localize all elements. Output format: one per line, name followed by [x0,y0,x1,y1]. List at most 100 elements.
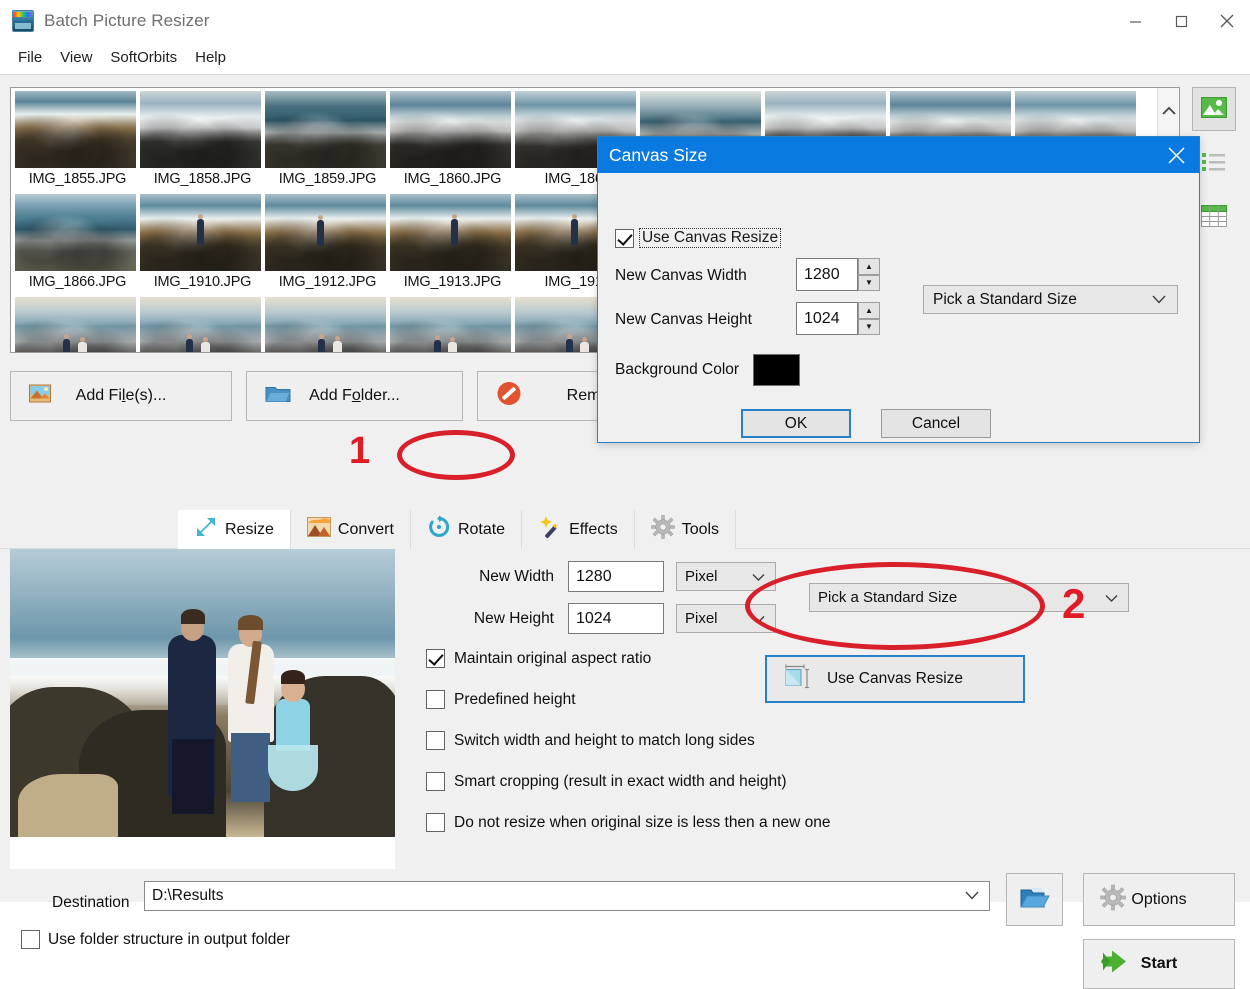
thumbnail-item[interactable]: IMG_1866.JPG [15,191,140,294]
dialog-standard-size-value: Pick a Standard Size [933,290,1077,308]
checkbox-predefined-height[interactable]: Predefined height [426,690,576,709]
spin-down-button[interactable]: ▼ [858,318,880,335]
menu-item-help[interactable]: Help [186,46,235,69]
background-color-label: Background Color [615,361,740,378]
menu-item-view[interactable]: View [51,46,101,69]
checkbox-label: Use Canvas Resize [639,228,782,248]
destination-value: D:\Results [152,887,224,904]
thumbnail-image [390,297,511,352]
menu-bar: File View SoftOrbits Help [0,42,1250,72]
new-height-row: New Height 1024 Pixel [444,603,776,634]
thumbnail-filename: IMG_1912.JPG [278,274,377,290]
thumbnail-item[interactable] [390,294,515,352]
spin-up-button[interactable]: ▲ [858,302,880,319]
chevron-down-icon [1105,589,1118,606]
options-button[interactable]: Options [1083,873,1235,926]
dialog-standard-size-select[interactable]: Pick a Standard Size [923,285,1178,314]
preview-image [10,549,395,837]
maximize-button[interactable] [1158,0,1204,42]
play-arrow-icon [1100,949,1130,980]
thumbnail-filename: IMG_1866.JPG [28,274,127,290]
thumbnail-item[interactable] [265,294,390,352]
destination-input[interactable]: D:\Results [144,881,990,911]
checkbox-do-not-resize[interactable]: Do not resize when original size is less… [426,813,831,832]
thumbnail-item[interactable] [15,294,140,352]
start-label: Start [1140,955,1178,972]
tab-rotate-label: Rotate [457,520,506,538]
checkbox-switch-width-height[interactable]: Switch width and height to match long si… [426,731,755,750]
use-canvas-resize-label: Use Canvas Resize [826,670,964,687]
tab-resize[interactable]: Resize [178,510,291,549]
thumbnail-item[interactable]: IMG_1859.JPG [265,88,390,191]
checkbox-box[interactable] [21,930,40,949]
thumbnail-image [15,297,136,352]
new-width-unit-value: Pixel [685,568,718,585]
preview-panel [10,549,395,869]
checkbox-box[interactable] [615,228,634,248]
new-height-input[interactable]: 1024 [568,603,664,634]
checkbox-box[interactable] [426,731,445,750]
new-canvas-height-spinner[interactable]: 1024 ▲ ▼ [796,302,880,335]
tab-tools[interactable]: Tools [634,510,737,549]
new-canvas-height-input[interactable]: 1024 [796,302,858,335]
thumbnail-filename: IMG_1913.JPG [403,274,502,290]
new-width-input[interactable]: 1280 [568,561,664,592]
thumbnail-filename: IMG_1858.JPG [153,171,252,187]
checkbox-smart-cropping[interactable]: Smart cropping (result in exact width an… [426,772,787,791]
remove-icon [496,381,522,412]
options-label: Options [1131,890,1187,908]
use-canvas-resize-button[interactable]: Use Canvas Resize [765,655,1025,703]
add-files-button[interactable]: Add File(s)... [10,371,232,421]
thumbnail-item[interactable]: IMG_1858.JPG [140,88,265,191]
spin-down-button[interactable]: ▼ [858,274,880,291]
thumbnail-image [140,297,261,352]
start-button[interactable]: Start [1083,939,1235,989]
standard-size-select[interactable]: Pick a Standard Size [809,583,1129,612]
minimize-button[interactable] [1112,0,1158,42]
dialog-close-button[interactable] [1153,137,1199,173]
add-folder-button[interactable]: Add Folder... [246,371,463,421]
thumbnail-view-icon [1201,97,1227,121]
browse-folder-button[interactable] [1006,873,1063,926]
thumbnail-item[interactable] [140,294,265,352]
canvas-resize-icon [785,664,813,695]
thumbnail-item[interactable]: IMG_1910.JPG [140,191,265,294]
tab-strip: Resize Convert Rotate Effects Tools [178,510,1073,549]
new-canvas-width-spinner[interactable]: 1280 ▲ ▼ [796,258,880,291]
new-height-label: New Height [473,609,554,627]
thumbnail-image [15,91,136,168]
tab-effects[interactable]: Effects [522,510,635,549]
dialog-ok-button[interactable]: OK [741,409,851,438]
thumbnail-item[interactable]: IMG_1855.JPG [15,88,140,191]
new-width-row: New Width 1280 Pixel [444,561,776,592]
background-color-swatch[interactable] [753,354,800,386]
scroll-up-icon[interactable] [1161,104,1177,120]
new-height-unit-select[interactable]: Pixel [676,604,776,633]
thumbnail-item[interactable]: IMG_1912.JPG [265,191,390,294]
menu-item-file[interactable]: File [9,46,51,69]
thumbnail-view-button[interactable] [1192,87,1236,131]
spin-up-button[interactable]: ▲ [858,258,880,275]
dialog-title-bar: Canvas Size [598,137,1199,173]
tab-rotate[interactable]: Rotate [410,510,523,549]
list-view-icon [1201,151,1227,175]
tab-convert[interactable]: Convert [290,510,411,549]
new-width-unit-select[interactable]: Pixel [676,562,776,591]
new-canvas-width-input[interactable]: 1280 [796,258,858,291]
close-button[interactable] [1204,0,1250,42]
menu-item-softorbits[interactable]: SoftOrbits [101,46,186,69]
checkbox-box[interactable] [426,690,445,709]
thumbnail-item[interactable]: IMG_1913.JPG [390,191,515,294]
checkbox-box[interactable] [426,772,445,791]
checkbox-use-folder-structure[interactable]: Use folder structure in output folder [21,930,290,949]
convert-image-icon [306,517,331,542]
thumbnail-filename: IMG_1855.JPG [28,171,127,187]
checkbox-label: Smart cropping (result in exact width an… [454,772,787,790]
checkbox-maintain-aspect-ratio[interactable]: Maintain original aspect ratio [426,649,651,668]
dialog-checkbox-use-canvas-resize[interactable]: Use Canvas Resize [615,228,782,248]
dialog-cancel-button[interactable]: Cancel [881,409,991,438]
thumbnail-item[interactable]: IMG_1860.JPG [390,88,515,191]
checkbox-box[interactable] [426,813,445,832]
picture-icon [29,384,51,408]
checkbox-box[interactable] [426,649,445,668]
